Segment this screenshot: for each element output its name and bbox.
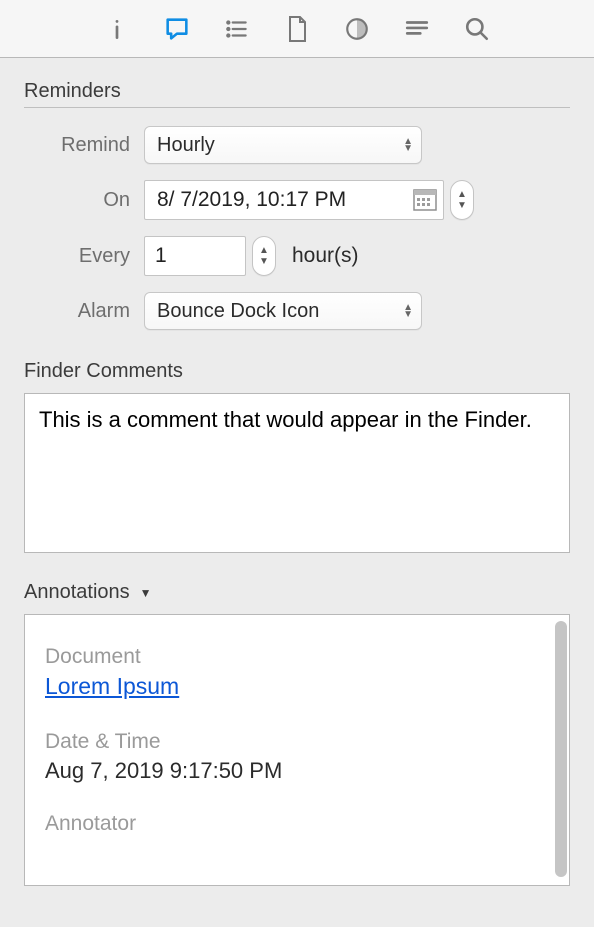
remind-value: Hourly [157, 134, 215, 157]
document-link[interactable]: Lorem Ipsum [45, 673, 179, 700]
annotations-title[interactable]: Annotations ▼ [24, 581, 570, 604]
every-label: Every [24, 245, 144, 268]
search-icon[interactable] [462, 14, 492, 44]
every-stepper[interactable]: ▲▼ [252, 236, 276, 276]
annotator-label: Annotator [45, 812, 549, 836]
finder-comments-title: Finder Comments [24, 360, 570, 383]
scrollbar[interactable] [555, 621, 567, 877]
on-label: On [24, 189, 144, 212]
on-value: 8/ 7/2019, 10:17 PM [157, 188, 346, 212]
annotations-content: Document Lorem Ipsum Date & Time Aug 7, … [25, 615, 569, 836]
alarm-label: Alarm [24, 300, 144, 323]
remind-select[interactable]: Hourly ▲▼ [144, 126, 422, 164]
remind-label: Remind [24, 134, 144, 157]
every-value: 1 [155, 244, 167, 268]
reminders-section-title: Reminders [24, 80, 570, 103]
calendar-icon[interactable] [413, 189, 437, 211]
every-input[interactable]: 1 [144, 236, 246, 276]
half-circle-icon[interactable] [342, 14, 372, 44]
alarm-select[interactable]: Bounce Dock Icon ▲▼ [144, 292, 422, 330]
finder-comments-textarea[interactable]: This is a comment that would appear in t… [24, 393, 570, 553]
lines-icon[interactable] [402, 14, 432, 44]
content-area: Reminders Remind Hourly ▲▼ On 8/ 7/2019,… [0, 58, 594, 896]
comment-icon[interactable] [162, 14, 192, 44]
dropdown-arrow-icon: ▼ [140, 586, 152, 600]
document-icon[interactable] [282, 14, 312, 44]
alarm-value: Bounce Dock Icon [157, 300, 319, 323]
select-arrows-icon: ▲▼ [403, 138, 413, 152]
select-arrows-icon: ▲▼ [403, 304, 413, 318]
date-stepper[interactable]: ▲▼ [450, 180, 474, 220]
every-unit: hour(s) [292, 244, 359, 268]
annotations-box: Document Lorem Ipsum Date & Time Aug 7, … [24, 614, 570, 886]
on-date-input[interactable]: 8/ 7/2019, 10:17 PM [144, 180, 444, 220]
separator [24, 107, 570, 108]
toolbar [0, 0, 594, 58]
datetime-label: Date & Time [45, 730, 549, 754]
finder-comments-value: This is a comment that would appear in t… [39, 407, 532, 432]
info-icon[interactable] [102, 14, 132, 44]
list-icon[interactable] [222, 14, 252, 44]
annotations-title-text: Annotations [24, 581, 130, 604]
datetime-value: Aug 7, 2019 9:17:50 PM [45, 758, 549, 784]
document-label: Document [45, 645, 549, 669]
